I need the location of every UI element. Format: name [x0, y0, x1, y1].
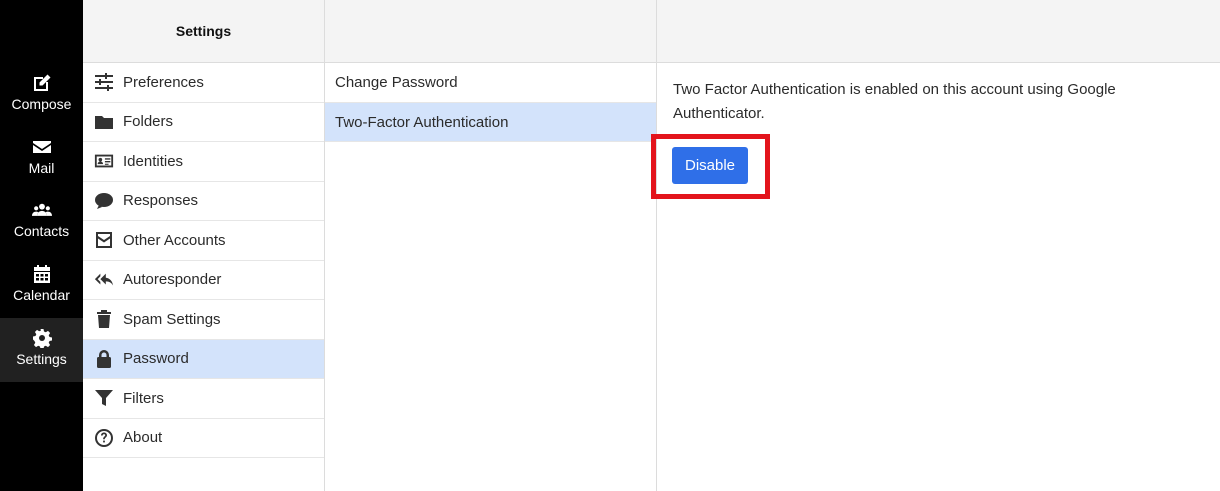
settings-item-preferences[interactable]: Preferences [83, 63, 324, 103]
rail-compose[interactable]: Compose [0, 63, 83, 127]
rail-settings[interactable]: Settings [0, 318, 83, 382]
option-two-factor-authentication[interactable]: Two-Factor Authentication [325, 102, 656, 142]
settings-item-other-accounts[interactable]: Other Accounts [83, 221, 324, 261]
id-card-icon [83, 151, 123, 171]
rail-contacts[interactable]: Contacts [0, 190, 83, 254]
settings-list-panel: Settings Preferences Folders Identities … [83, 0, 325, 491]
envelope-square-icon [83, 230, 123, 250]
option-change-password[interactable]: Change Password [325, 63, 656, 103]
rail-calendar[interactable]: Calendar [0, 254, 83, 318]
mail-icon [0, 137, 83, 157]
settings-item-about[interactable]: About [83, 419, 324, 458]
app-rail: Compose Mail Contacts Calendar Settings [0, 0, 83, 491]
settings-item-label: About [123, 429, 163, 447]
settings-title: Settings [83, 0, 324, 63]
two-factor-status-message: Two Factor Authentication is enabled on … [673, 81, 1116, 122]
settings-item-filters[interactable]: Filters [83, 379, 324, 419]
sliders-icon [83, 72, 123, 92]
contacts-icon [0, 200, 83, 220]
settings-item-label: Other Accounts [123, 231, 226, 249]
rail-mail[interactable]: Mail [0, 127, 83, 191]
filter-icon [83, 388, 123, 408]
settings-item-label: Spam Settings [123, 310, 221, 328]
settings-item-label: Responses [123, 192, 199, 210]
settings-item-label: Password [123, 350, 189, 368]
settings-item-identities[interactable]: Identities [83, 142, 324, 182]
rail-label: Settings [16, 351, 67, 367]
lock-icon [83, 349, 123, 369]
calendar-icon [0, 264, 83, 284]
settings-item-label: Filters [123, 389, 164, 407]
panel-header [657, 0, 1220, 63]
password-options-panel: Change Password Two-Factor Authenticatio… [325, 0, 657, 491]
disable-button[interactable]: Disable [672, 147, 748, 184]
settings-item-label: Preferences [123, 73, 204, 91]
question-circle-icon [83, 428, 123, 448]
folder-icon [83, 112, 123, 132]
rail-label: Mail [28, 160, 55, 176]
panel-header [325, 0, 656, 63]
speech-bubble-icon [83, 191, 123, 211]
reply-all-icon [83, 270, 123, 290]
compose-icon [0, 73, 83, 93]
settings-item-folders[interactable]: Folders [83, 103, 324, 142]
gear-icon [0, 328, 83, 349]
settings-item-label: Autoresponder [123, 271, 222, 289]
settings-item-label: Identities [123, 152, 184, 170]
settings-item-autoresponder[interactable]: Autoresponder [83, 261, 324, 300]
two-factor-content-panel: Two Factor Authentication is enabled on … [651, 0, 1220, 491]
settings-item-responses[interactable]: Responses [83, 182, 324, 221]
settings-item-password[interactable]: Password [83, 339, 324, 379]
rail-label: Compose [11, 96, 72, 112]
rail-label: Contacts [13, 223, 70, 239]
settings-item-spam-settings[interactable]: Spam Settings [83, 300, 324, 340]
settings-item-label: Folders [123, 113, 174, 131]
rail-label: Calendar [13, 287, 70, 303]
trash-icon [83, 309, 123, 329]
